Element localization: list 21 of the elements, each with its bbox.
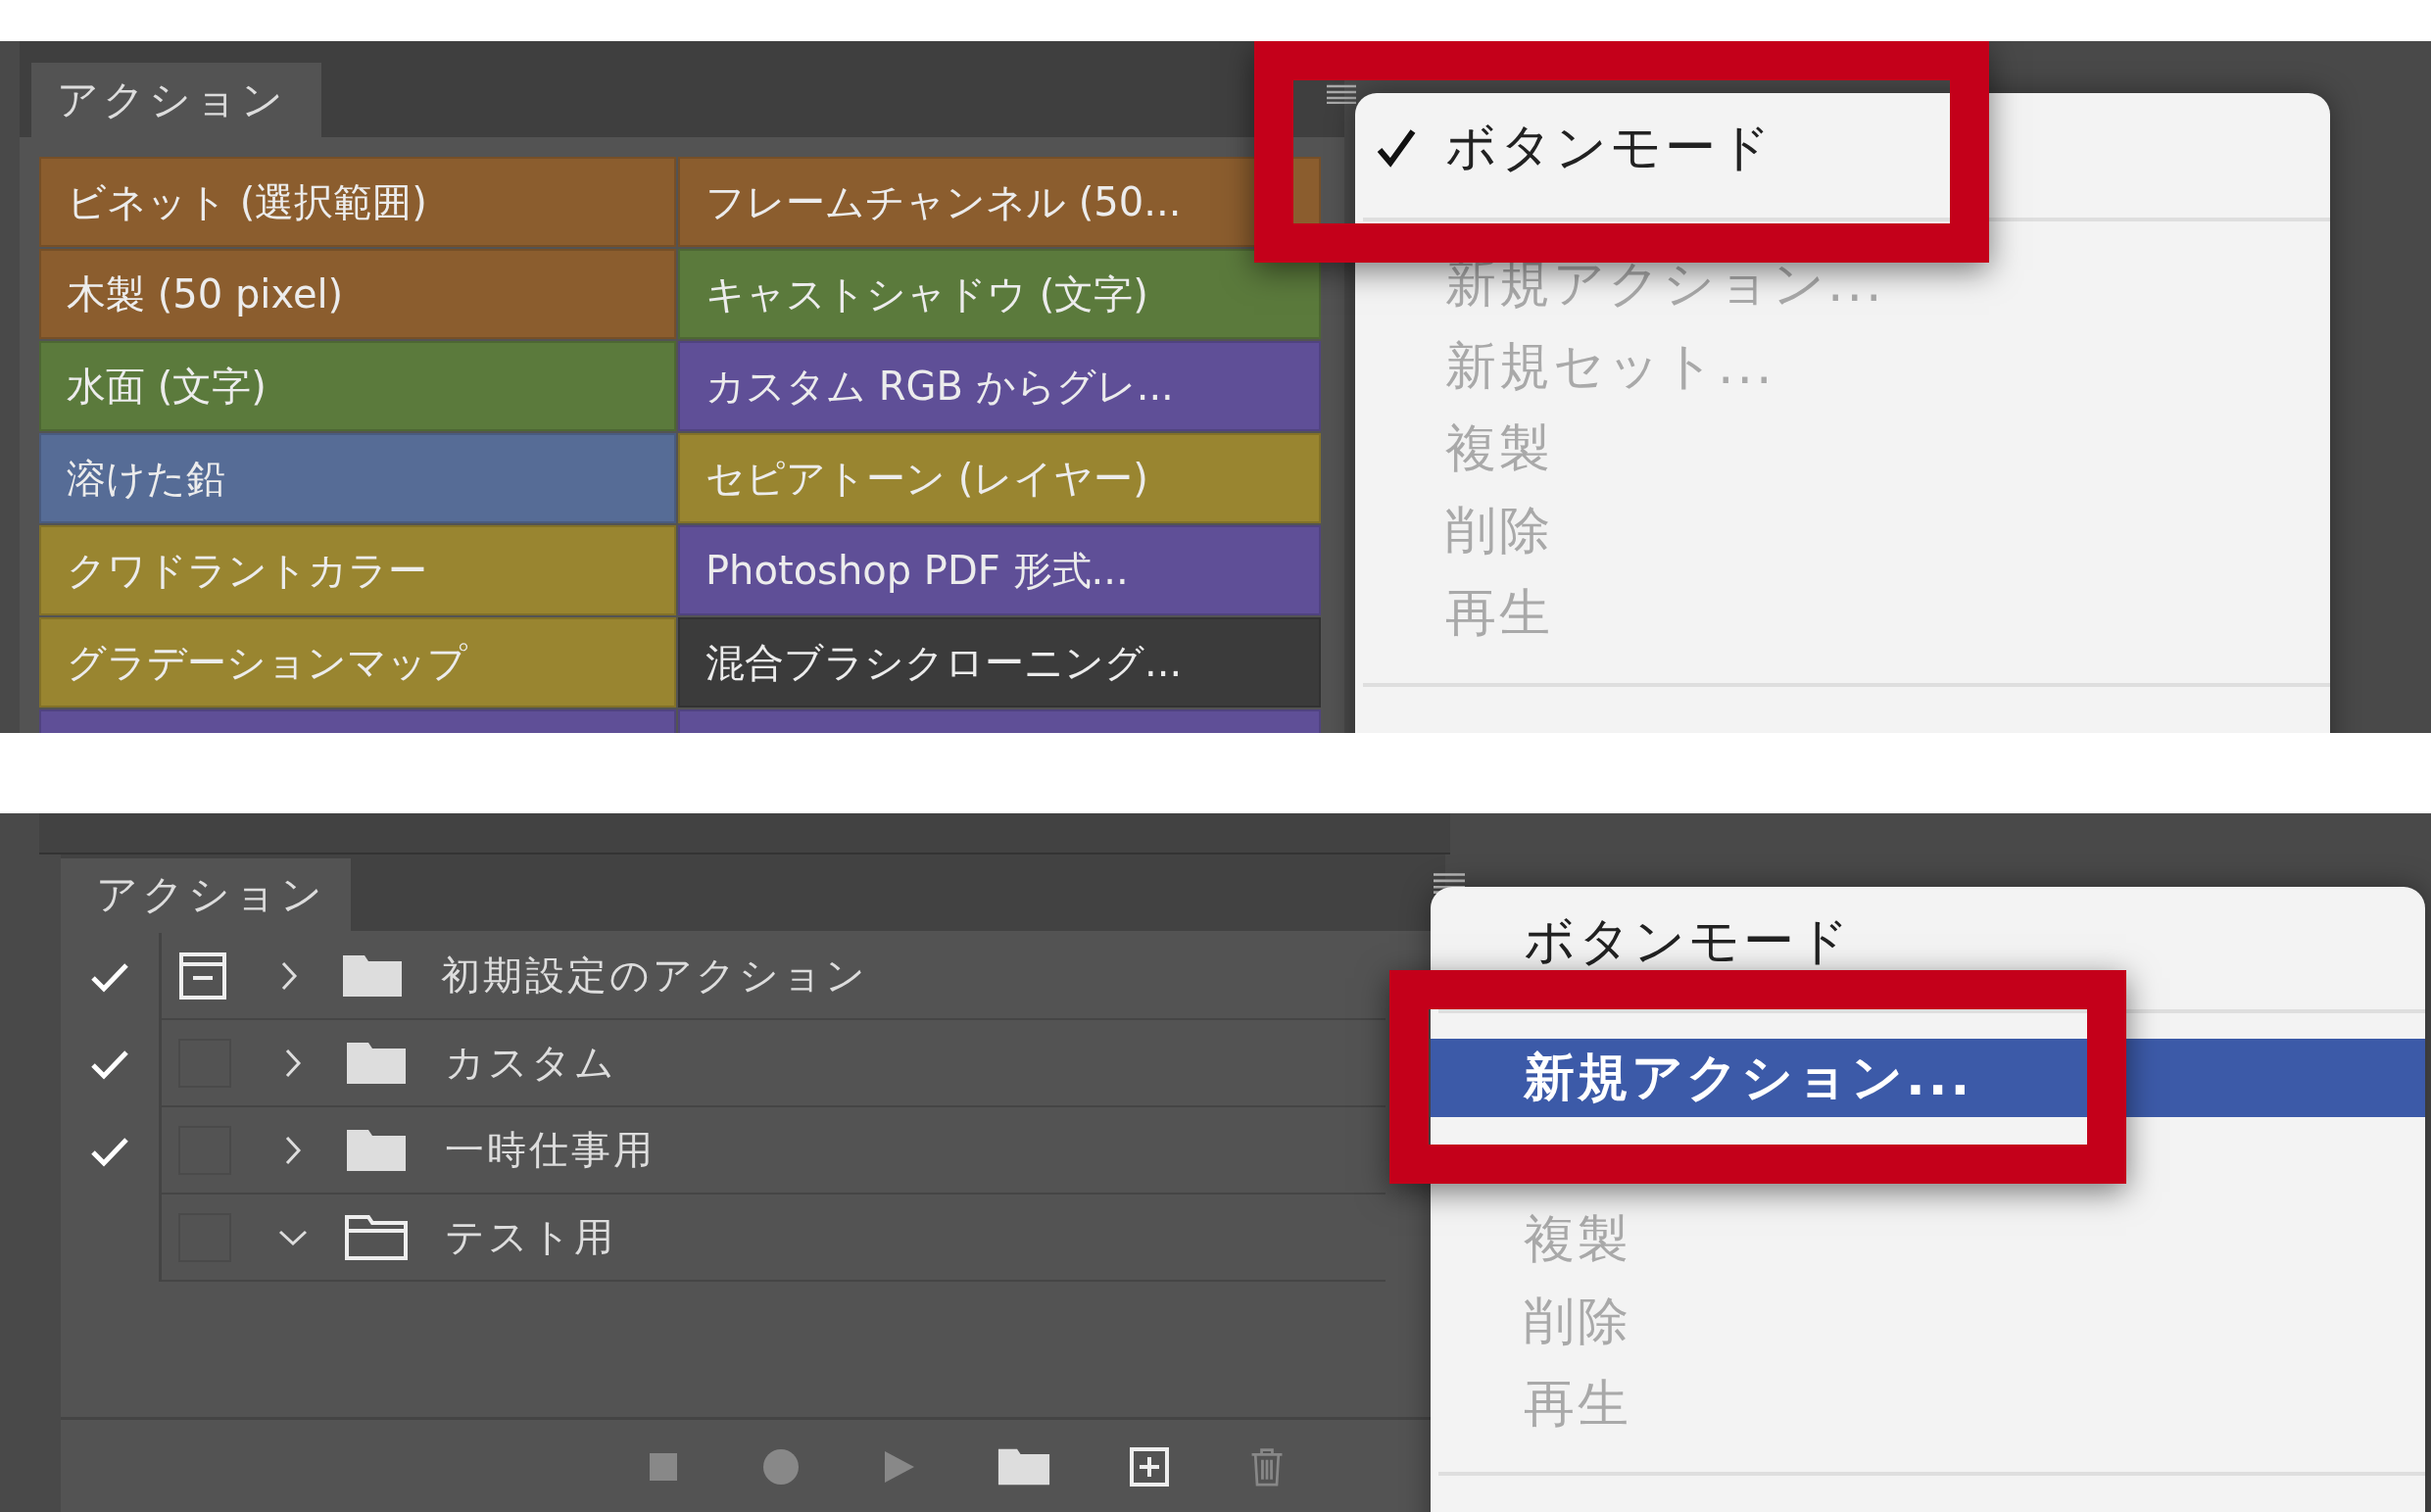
action-button[interactable]: 水面 (文字) xyxy=(39,341,676,431)
action-button[interactable]: グラデーションマップ xyxy=(39,617,676,707)
action-button[interactable]: 木製 (50 pixel) xyxy=(39,249,676,339)
panel-tab[interactable]: アクション xyxy=(31,63,321,137)
action-set-name[interactable]: カスタム xyxy=(445,1036,617,1090)
menu-item[interactable]: ボタンモード xyxy=(1355,107,1774,189)
action-button[interactable]: 溶けた鉛 xyxy=(39,433,676,523)
action-set-name[interactable]: テスト用 xyxy=(445,1210,616,1264)
action-button[interactable]: 混合ブラシクローニング... xyxy=(678,617,1321,707)
action-button[interactable]: クワドラントカラー xyxy=(39,525,676,615)
action-button[interactable]: キャストシャドウ (文字) xyxy=(678,249,1321,339)
action-button[interactable]: カスタム RGB からグレ... xyxy=(678,341,1321,431)
action-button[interactable]: フレームチャンネル (50... xyxy=(678,157,1321,247)
panel-tab[interactable]: アクション xyxy=(61,858,351,931)
action-set-name[interactable]: 一時仕事用 xyxy=(445,1123,656,1177)
menu-item[interactable]: ボタンモード xyxy=(1431,910,1852,973)
menu-item[interactable]: 新規アクション... xyxy=(1431,1039,2425,1117)
action-button[interactable]: ビネット (選択範囲) xyxy=(39,157,676,247)
action-button[interactable]: セピアトーン (レイヤー) xyxy=(678,433,1321,523)
action-button[interactable]: Photoshop PDF 形式... xyxy=(678,525,1321,615)
action-set-name[interactable]: 初期設定のアクション xyxy=(441,949,868,1002)
